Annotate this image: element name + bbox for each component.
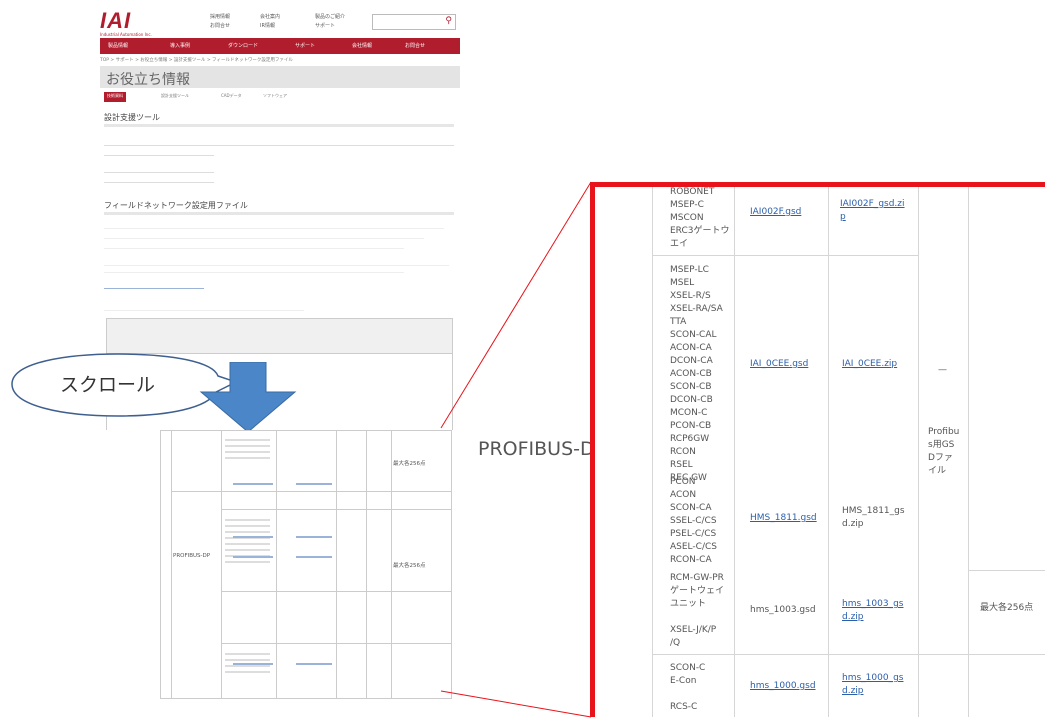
gsd-file-link[interactable] (233, 556, 273, 558)
main-nav-item[interactable]: ダウンロード (228, 42, 258, 49)
zip-file-link[interactable]: HMS_1811_gs d.zip (842, 505, 905, 531)
main-nav-item[interactable]: お問合せ (405, 42, 425, 49)
gsd-file-link[interactable]: HMS_1811.gsd (750, 512, 817, 525)
main-nav-item[interactable]: 会社情報 (352, 42, 372, 49)
header-link[interactable]: 採用情報 (210, 13, 230, 20)
protocol-name: PROFIBUS-DP (173, 553, 211, 559)
section-heading: 設計支援ツール (104, 113, 160, 122)
model-list (225, 649, 270, 695)
down-arrow-icon (199, 362, 297, 433)
table-thumbnail: PROFIBUS-DP 最大各256点 最大各256点 (160, 430, 452, 699)
text-line (104, 238, 424, 239)
highlight-border (590, 182, 1045, 187)
max-points-label: 最大各256点 (393, 563, 426, 569)
zip-file-link[interactable]: hms_1003_gs d.zip (842, 598, 903, 624)
gsd-file-link[interactable]: IAI_0CEE.gsd (750, 358, 808, 371)
search-input[interactable]: ⚲ (372, 14, 456, 30)
gsd-file-link[interactable]: hms_1000.gsd (750, 680, 816, 693)
zip-file-link[interactable] (296, 483, 332, 485)
text-line (104, 310, 304, 311)
text-line (104, 265, 449, 266)
tab-design-tools[interactable]: 設計支援ツール (158, 92, 192, 102)
text-line (104, 228, 444, 229)
zoom-connector-lines (440, 181, 592, 718)
header-link[interactable]: 会社案内 (260, 13, 280, 20)
gsd-profile-label: Profibu s用GS Dファ イル (928, 427, 960, 476)
model-list (225, 435, 270, 485)
tab-tech-docs[interactable]: 技術資料 (104, 92, 126, 102)
dash-value: — (938, 365, 947, 375)
section-heading: フィールドネットワーク設定用ファイル (104, 201, 248, 210)
callout-text: スクロール (60, 374, 156, 396)
tab-software[interactable]: ソフトウェア (260, 92, 290, 102)
header-link[interactable]: お問合せ (210, 22, 230, 29)
divider (104, 124, 454, 127)
text-line (104, 248, 404, 249)
gsd-file-link[interactable]: hms_1003.gsd (750, 604, 816, 617)
divider (104, 172, 214, 173)
model-list: MSEP-LC MSEL XSEL-R/S XSEL-RA/SA TTA SCO… (670, 265, 723, 483)
company-logo[interactable]: IAI (100, 8, 131, 34)
main-nav-item[interactable]: 製品情報 (108, 42, 128, 49)
zip-file-link[interactable] (296, 663, 332, 665)
text-line (104, 272, 404, 273)
page-title: お役立ち情報 (106, 72, 190, 88)
zoomed-table: ROBONET MSEP-C MSCON ERC3ゲートウ エイ IAI002F… (590, 182, 1045, 717)
tab-cad-data[interactable]: CADデータ (218, 92, 245, 102)
divider (104, 182, 214, 183)
model-list (225, 515, 270, 585)
main-nav-bar: 製品情報 導入事例 ダウンロード サポート 会社情報 お問合せ (100, 38, 460, 54)
zip-file-link[interactable] (296, 536, 332, 538)
model-list: RCM-GW-PR ゲートウェイ ユニット XSEL-J/K/P /Q (670, 573, 725, 648)
zip-file-link[interactable]: IAI_0CEE.zip (842, 358, 897, 371)
main-nav-item[interactable]: サポート (295, 42, 315, 49)
model-list: SCON-C E-Con RCS-C (670, 663, 706, 712)
header-link[interactable]: 製品のご紹介 (315, 13, 345, 20)
zip-file-link[interactable]: hms_1000_gs d.zip (842, 672, 903, 698)
gsd-file-link[interactable] (233, 663, 273, 665)
model-list: PCON ACON SCON-CA SSEL-C/CS PSEL-C/CS AS… (670, 477, 717, 565)
zip-file-link[interactable] (296, 556, 332, 558)
logo-subtitle: Industrial Automation Inc. (100, 32, 152, 37)
header-link[interactable]: サポート (315, 22, 335, 29)
model-list: ROBONET MSEP-C MSCON ERC3ゲートウ エイ (670, 187, 730, 249)
page-title-bar: お役立ち情報 (100, 66, 460, 88)
gsd-file-link[interactable] (233, 483, 273, 485)
search-icon[interactable]: ⚲ (445, 16, 452, 26)
main-nav-item[interactable]: 導入事例 (170, 42, 190, 49)
tool-link[interactable] (104, 140, 165, 148)
pdf-link[interactable] (104, 288, 204, 289)
header-link[interactable]: IR情報 (260, 22, 275, 29)
divider (104, 155, 214, 156)
max-points-label: 最大各256点 (393, 461, 426, 467)
max-points-label: 最大各256点 (980, 603, 1034, 613)
gsd-file-link[interactable] (233, 536, 273, 538)
highlight-border (590, 182, 595, 717)
divider (104, 212, 454, 215)
gsd-file-link[interactable]: IAI002F.gsd (750, 206, 801, 219)
breadcrumb[interactable]: TOP > サポート > お役立ち情報 > 設計支援ツール > フィールドネット… (100, 57, 293, 63)
zip-file-link[interactable]: IAI002F_gsd.zi p (840, 198, 905, 224)
